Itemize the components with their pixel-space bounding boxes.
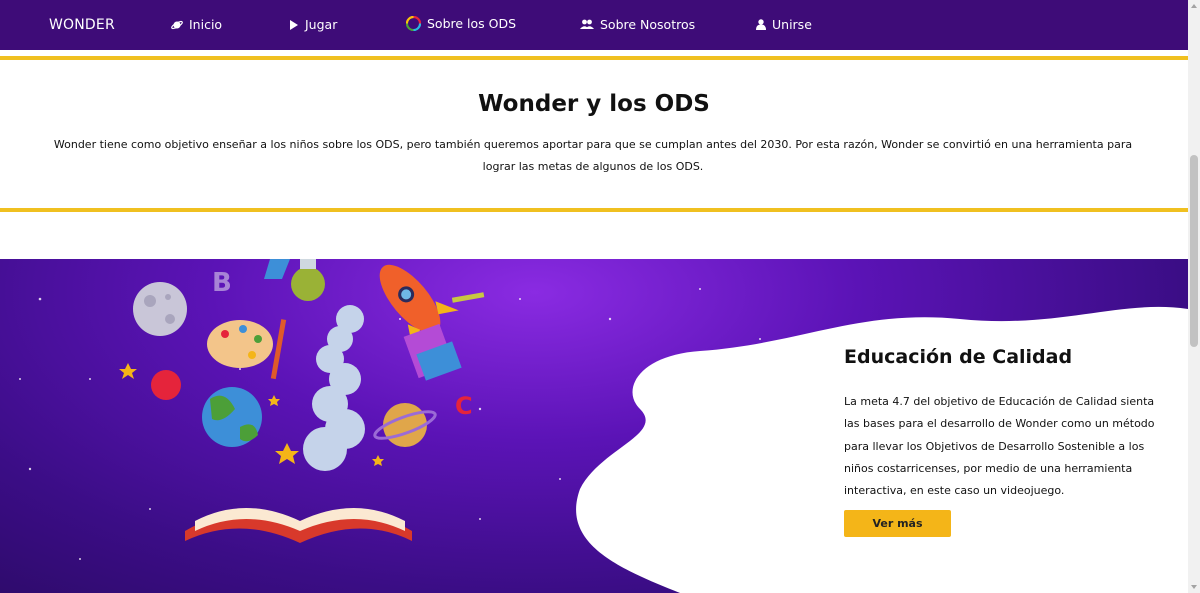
nav-item-label: Jugar	[305, 17, 338, 32]
nav-item-sobre-nosotros[interactable]: Sobre Nosotros	[580, 17, 695, 32]
nav-item-jugar[interactable]: Jugar	[289, 17, 337, 32]
play-icon	[290, 19, 298, 30]
page-scrollbar[interactable]	[1188, 0, 1200, 593]
nav-item-label: Unirse	[772, 17, 812, 32]
scrollbar-thumb[interactable]	[1190, 155, 1198, 347]
nav-item-inicio[interactable]: Inicio	[171, 17, 222, 32]
feature-title: Educación de Calidad	[844, 346, 1073, 368]
section-title: Wonder y los ODS	[478, 91, 710, 117]
scroll-up-arrow-icon[interactable]	[1190, 2, 1198, 10]
section-description: Wonder tiene como objetivo enseñar a los…	[53, 138, 1133, 173]
nav-item-label: Sobre Nosotros	[600, 17, 696, 32]
nav-item-sobre-ods[interactable]: Sobre los ODS	[406, 16, 516, 31]
divider-bottom	[0, 208, 1188, 212]
nav-item-unirse[interactable]: Unirse	[756, 17, 812, 32]
ver-mas-button[interactable]: Ver más	[844, 510, 951, 537]
planet-icon	[171, 20, 183, 29]
user-icon	[756, 19, 766, 30]
group-icon	[580, 19, 594, 29]
sdg-wheel-icon	[406, 16, 421, 31]
brand-logo[interactable]: WONDER	[49, 17, 115, 33]
divider-top	[0, 56, 1188, 60]
nav-item-label: Sobre los ODS	[427, 16, 517, 31]
scroll-down-arrow-icon[interactable]	[1190, 583, 1198, 591]
svg-text:B: B	[212, 268, 232, 298]
svg-text:C: C	[455, 392, 473, 420]
nav-item-label: Inicio	[189, 17, 223, 32]
top-navbar: WONDER Inicio Jugar Sobre los ODS Sobre …	[0, 0, 1188, 50]
feature-description: La meta 4.7 del objetivo de Educación de…	[844, 395, 1155, 498]
